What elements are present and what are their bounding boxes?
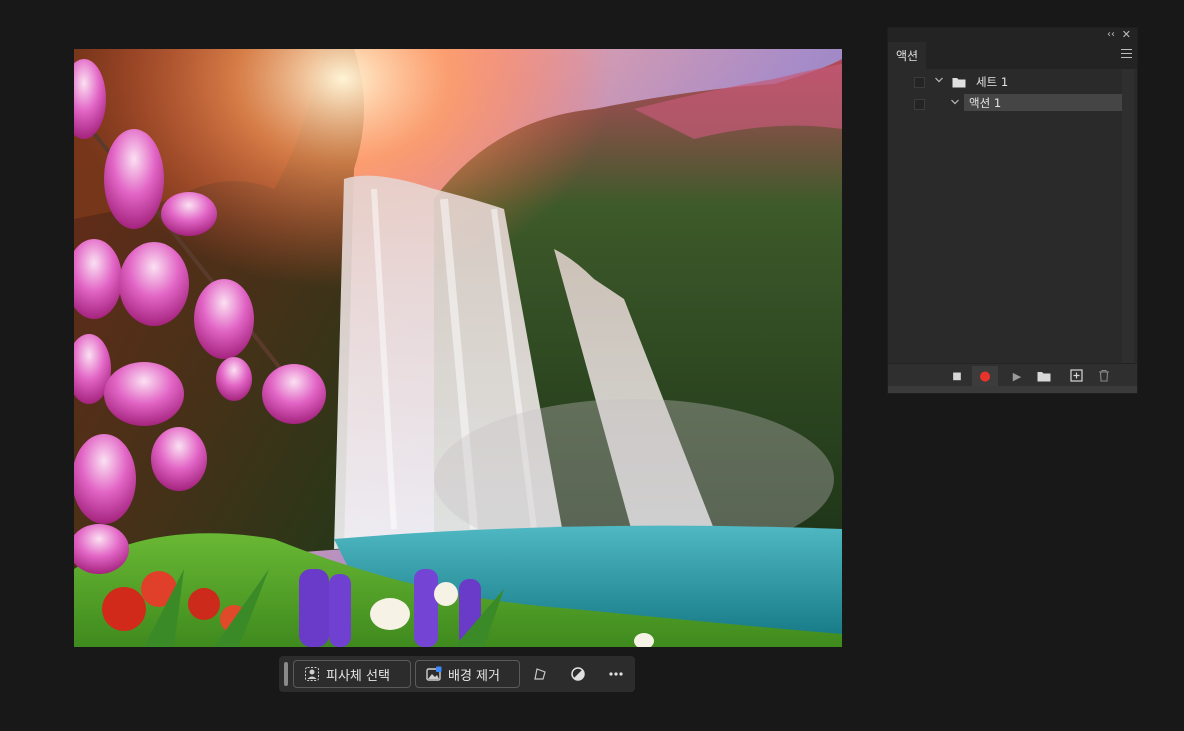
action-toggle-checkbox[interactable] (914, 99, 925, 110)
record-icon: ● (979, 368, 991, 384)
remove-background-label: 배경 제거 (448, 668, 500, 684)
close-panel-icon[interactable]: ✕ (1122, 28, 1131, 41)
add-icon (1069, 367, 1083, 386)
select-subject-label: 피사체 선택 (326, 668, 390, 684)
panel-resize-bar[interactable] (888, 386, 1137, 393)
action-set-label: 세트 1 (976, 75, 1009, 89)
delete-button[interactable] (1091, 366, 1117, 386)
folder-icon (952, 77, 966, 88)
new-action-button[interactable] (1063, 366, 1089, 386)
panel-menu-icon[interactable] (1121, 49, 1132, 61)
panel-footer-toolbar: ■ ● ▶ (888, 363, 1137, 388)
set-toggle-checkbox[interactable] (914, 77, 925, 88)
adjustment-icon[interactable] (568, 664, 588, 684)
contextual-taskbar: 피사체 선택 배경 제거 (279, 656, 635, 692)
panel-tab-bar: 액션 (888, 42, 1137, 69)
action-label: 액션 1 (969, 96, 1002, 110)
transform-icon[interactable] (530, 664, 550, 684)
collapse-panel-icon[interactable]: ‹‹ (1107, 29, 1115, 41)
taskbar-drag-handle[interactable] (284, 662, 288, 686)
canvas-area: 피사체 선택 배경 제거 ‹‹ ✕ 액션 세트 1 액션 1 ■ ● ▶ (0, 0, 1184, 731)
new-set-button[interactable] (1031, 366, 1057, 386)
remove-background-icon (426, 666, 442, 682)
record-button[interactable]: ● (972, 366, 998, 386)
panel-title-bar: ‹‹ ✕ (888, 28, 1137, 42)
document-image[interactable] (74, 49, 842, 647)
tab-actions[interactable]: 액션 (888, 42, 926, 69)
chevron-down-icon[interactable] (950, 97, 960, 110)
play-icon: ▶ (1012, 369, 1022, 383)
folder-icon (1037, 367, 1051, 386)
action-set-row[interactable]: 세트 1 (888, 72, 1122, 92)
select-subject-button[interactable]: 피사체 선택 (293, 660, 411, 688)
stop-button[interactable]: ■ (944, 366, 970, 386)
stop-icon: ■ (952, 370, 962, 382)
chevron-down-icon[interactable] (934, 75, 944, 88)
actions-list: 세트 1 액션 1 (888, 69, 1137, 363)
remove-background-button[interactable]: 배경 제거 (415, 660, 520, 688)
play-button[interactable]: ▶ (1004, 366, 1030, 386)
action-row[interactable]: 액션 1 (888, 94, 1122, 114)
more-icon[interactable] (606, 664, 626, 684)
actions-panel: ‹‹ ✕ 액션 세트 1 액션 1 ■ ● ▶ (887, 27, 1138, 394)
trash-icon (1098, 367, 1110, 386)
panel-scrollbar[interactable] (1122, 69, 1134, 363)
person-icon (304, 666, 320, 682)
